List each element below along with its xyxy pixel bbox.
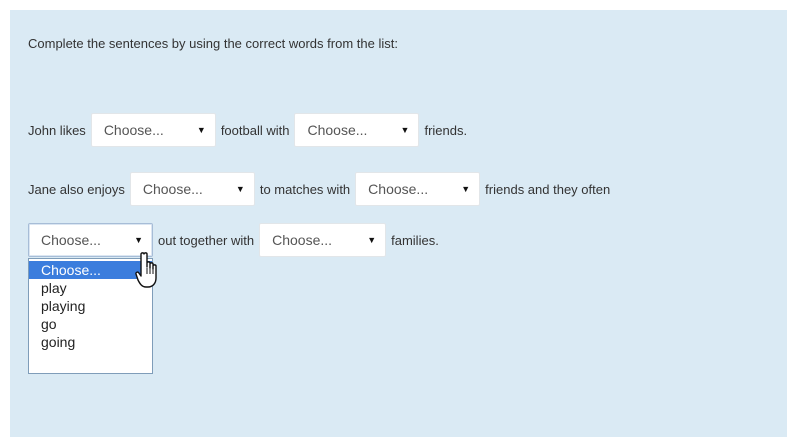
dropdown-arrow-icon: ▼ (400, 125, 410, 135)
dropdown-option-choose[interactable]: Choose... (29, 261, 152, 279)
sentence-1-select-1[interactable]: Choose... ▼ (90, 113, 216, 147)
sentence-3-text-1: out together with (158, 232, 255, 248)
sentence-2-text-1: Jane also enjoys (28, 181, 125, 197)
sentence-2-select-2[interactable]: Choose... ▼ (355, 172, 481, 206)
sentence-2-select-1[interactable]: Choose... ▼ (129, 172, 255, 206)
dropdown-option-going[interactable]: going (29, 333, 152, 351)
sentence-1-text-2: football with (220, 122, 290, 138)
select-value: Choose... (307, 122, 368, 138)
sentence-3-select-2[interactable]: Choose... ▼ (259, 223, 387, 257)
select-value: Choose... (368, 181, 429, 197)
sentence-2-text-3: friends and they often (485, 181, 611, 197)
sentence-1-text-3: friends. (424, 122, 468, 138)
dropdown-arrow-icon: ▼ (196, 125, 206, 135)
sentence-2-text-2: to matches with (259, 181, 351, 197)
sentence-2: Jane also enjoys Choose... ▼ to matches … (28, 172, 610, 206)
select-value: Choose... (41, 232, 101, 248)
dropdown-arrow-icon: ▼ (235, 184, 245, 194)
dropdown-option-go[interactable]: go (29, 315, 152, 333)
sentence-3-text-2: families. (391, 232, 439, 248)
sentence-1-select-2[interactable]: Choose... ▼ (294, 113, 420, 147)
select-value: Choose... (272, 232, 333, 248)
dropdown-arrow-icon: ▼ (367, 235, 377, 245)
dropdown-option-playing[interactable]: playing (29, 297, 152, 315)
hand-pointer-cursor-icon (135, 252, 157, 288)
sentence-3: Choose... ▼ out together with Choose... … (28, 223, 439, 257)
select-value: Choose... (142, 181, 203, 197)
instruction-text: Complete the sentences by using the corr… (28, 36, 398, 51)
dropdown-arrow-icon: ▼ (461, 184, 471, 194)
sentence-1: John likes Choose... ▼ football with Cho… (28, 113, 467, 147)
dropdown-option-play[interactable]: play (29, 279, 152, 297)
sentence-1-text-1: John likes (28, 122, 86, 138)
dropdown-arrow-icon: ▼ (134, 235, 143, 245)
select-value: Choose... (103, 122, 164, 138)
